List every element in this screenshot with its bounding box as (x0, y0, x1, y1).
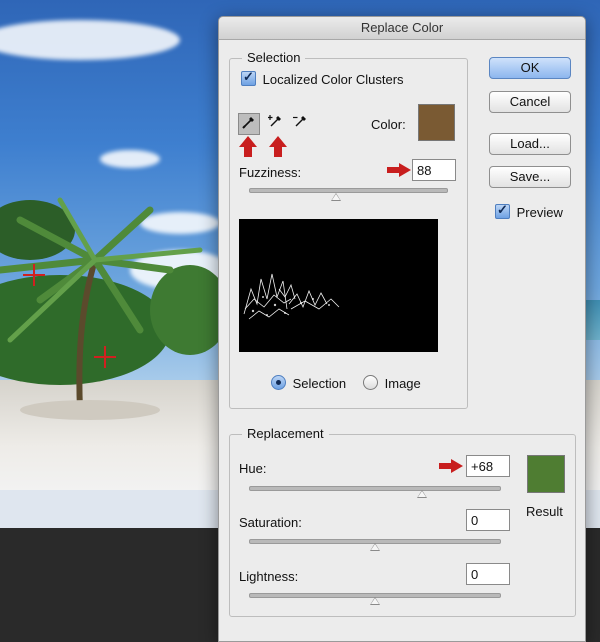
localized-color-clusters-checkbox[interactable]: Localized Color Clusters (241, 69, 404, 87)
checkbox-checked-icon[interactable] (495, 202, 510, 219)
color-label: Color: (371, 117, 406, 132)
save-button[interactable]: Save... (489, 166, 571, 188)
eyedropper-icon (242, 117, 254, 129)
replace-color-dialog: Replace Color Selection Localized Color … (218, 16, 586, 642)
fuzziness-input[interactable]: 88 (412, 159, 456, 181)
sample-point-marker (23, 264, 45, 286)
cloud (100, 150, 160, 168)
lightness-label: Lightness: (239, 569, 299, 584)
eyedropper-plus-icon (268, 115, 281, 127)
result-swatch[interactable] (527, 455, 565, 493)
selection-preview (239, 219, 438, 352)
palm-tree (0, 197, 230, 420)
preview-checkbox[interactable]: Preview (495, 202, 563, 220)
cancel-button[interactable]: Cancel (489, 91, 571, 113)
sample-point-marker (94, 346, 116, 368)
fuzziness-slider-track[interactable] (249, 188, 448, 193)
radio-unselected-icon[interactable] (363, 375, 378, 390)
hue-label: Hue: (239, 461, 267, 476)
view-selection-label: Selection (292, 376, 347, 391)
view-image-label: Image (384, 376, 421, 391)
eyedropper-tool[interactable] (238, 113, 260, 135)
preview-label: Preview (516, 205, 563, 220)
eyedropper-minus-icon (293, 116, 306, 127)
load-button[interactable]: Load... (489, 133, 571, 155)
view-selection-radio[interactable]: Selection (271, 375, 346, 391)
saturation-slider-thumb[interactable] (370, 543, 380, 551)
view-image-radio[interactable]: Image (363, 375, 421, 391)
dialog-title: Replace Color (219, 17, 585, 40)
saturation-label: Saturation: (239, 515, 302, 530)
result-label: Result (526, 504, 563, 519)
hue-input[interactable]: +68 (466, 455, 510, 477)
selection-legend: Selection (242, 50, 306, 65)
add-to-sample-tool[interactable] (265, 113, 287, 135)
annotation-arrow-up-icon (269, 136, 287, 158)
checkbox-checked-icon[interactable] (241, 69, 256, 86)
selection-group: Selection Localized Color Clusters (229, 50, 468, 409)
selection-mask-image (243, 273, 340, 320)
ok-button[interactable]: OK (489, 57, 571, 79)
fuzziness-label: Fuzziness: (239, 165, 302, 180)
hue-slider-track[interactable] (249, 486, 501, 491)
lightness-input[interactable]: 0 (466, 563, 510, 585)
localized-color-clusters-label: Localized Color Clusters (262, 72, 404, 87)
annotation-arrow-right-icon (387, 163, 413, 177)
color-swatch[interactable] (418, 104, 455, 141)
saturation-input[interactable]: 0 (466, 509, 510, 531)
hue-slider-thumb[interactable] (417, 490, 427, 498)
replacement-legend: Replacement (242, 426, 329, 441)
subtract-from-sample-tool[interactable] (290, 113, 312, 135)
fuzziness-slider-thumb[interactable] (331, 193, 341, 201)
radio-selected-icon[interactable] (271, 375, 286, 390)
lightness-slider-thumb[interactable] (370, 597, 380, 605)
replacement-group: Replacement Hue: +68 Saturation: 0 Light… (229, 426, 576, 617)
annotation-arrow-up-icon (239, 136, 257, 158)
annotation-arrow-right-icon (439, 459, 465, 473)
